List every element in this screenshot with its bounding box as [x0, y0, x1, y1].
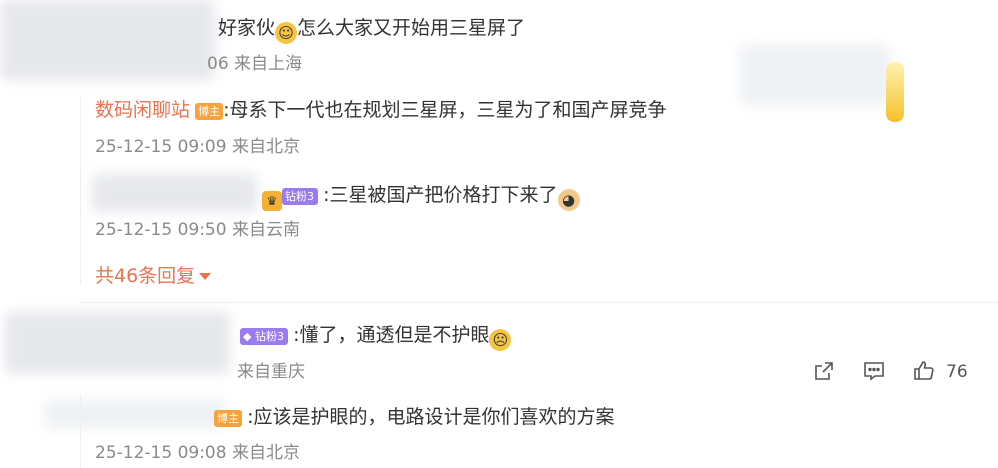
avatar-blurred[interactable]	[5, 312, 230, 374]
reply-line: 博主 :应该是护眼的，电路设计是你们喜欢的方案	[214, 404, 615, 430]
username-link[interactable]: 数码闲聊站	[95, 99, 190, 121]
reply-text: :应该是护眼的，电路设计是你们喜欢的方案	[247, 406, 615, 428]
comment-separator	[80, 302, 998, 303]
blogger-badge: 博主	[214, 410, 242, 427]
share-button[interactable]	[810, 357, 838, 385]
username-blurred[interactable]	[92, 174, 257, 212]
comment-icon	[864, 362, 884, 381]
diamond-icon: ◆	[243, 330, 252, 343]
comment-meta: 来自重庆	[237, 362, 305, 382]
like-count: 76	[946, 362, 968, 382]
comment-text: :懂了，通透但是不护眼	[293, 324, 490, 346]
fan-level-badge: ◆ 钻粉3	[240, 328, 288, 345]
more-replies-link[interactable]: 共46条回复	[95, 263, 212, 289]
comment-text: 好家伙 ☺ 怎么大家又开始用三星屏了	[218, 17, 526, 44]
reply-meta: 25-12-15 09:50 来自云南	[95, 220, 300, 240]
doge-icon: ◕	[557, 189, 580, 211]
reply-text: :三星被国产把价格打下来了	[323, 184, 558, 206]
fan-level-badge: 钻粉3	[282, 188, 318, 205]
like-button[interactable]	[910, 357, 938, 385]
comment-meta: 06 来自上海	[207, 54, 303, 74]
reply-line: ♛ 钻粉3 :三星被国产把价格打下来了 ◕	[262, 182, 580, 211]
crown-icon: ♛	[262, 191, 282, 211]
avatar-blurred[interactable]	[0, 0, 215, 80]
comment-button[interactable]	[860, 357, 888, 385]
share-icon	[815, 362, 833, 380]
comment-line: ◆ 钻粉3 :懂了，通透但是不护眼 ☹	[240, 322, 512, 351]
blurred-overlay	[740, 45, 890, 105]
reply-line: 数码闲聊站 博主:母系下一代也在规划三星屏，三星为了和国产屏竞争	[95, 97, 667, 123]
like-icon	[914, 361, 934, 380]
caret-down-icon	[199, 273, 212, 280]
gold-marker	[886, 62, 904, 122]
username-blurred[interactable]	[45, 400, 225, 428]
smile-icon: ☺	[275, 22, 298, 44]
reply-meta: 25-12-15 09:09 来自北京	[95, 137, 300, 157]
reply-thread-line	[80, 95, 81, 285]
reply-meta: 25-12-15 09:08 来自北京	[95, 443, 300, 463]
blogger-badge: 博主	[195, 103, 224, 120]
reply-text: :母系下一代也在规划三星屏，三星为了和国产屏竞争	[223, 99, 667, 121]
crying-icon: ☹	[489, 329, 512, 351]
